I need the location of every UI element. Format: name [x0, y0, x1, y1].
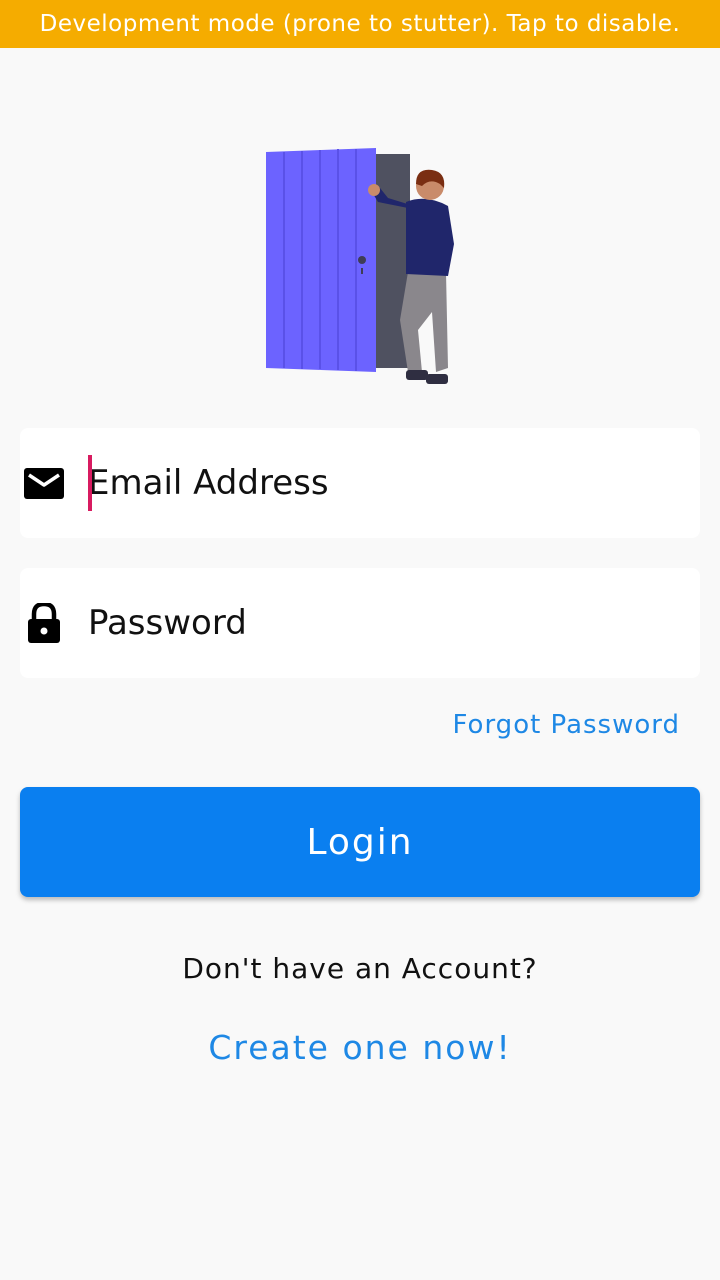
forgot-password-link[interactable]: Forgot Password [453, 710, 680, 740]
email-input[interactable] [88, 428, 680, 538]
door-illustration [266, 148, 454, 384]
password-input[interactable] [88, 568, 680, 678]
lock-icon [28, 603, 60, 643]
create-account-link[interactable]: Create one now! [0, 1028, 720, 1067]
email-field[interactable] [20, 428, 700, 538]
login-button[interactable]: Login [20, 787, 700, 897]
envelope-icon [24, 468, 64, 499]
dev-mode-banner[interactable]: Development mode (prone to stutter). Tap… [0, 0, 720, 48]
password-field[interactable] [20, 568, 700, 678]
text-cursor [88, 455, 92, 511]
no-account-text: Don't have an Account? [182, 952, 538, 985]
